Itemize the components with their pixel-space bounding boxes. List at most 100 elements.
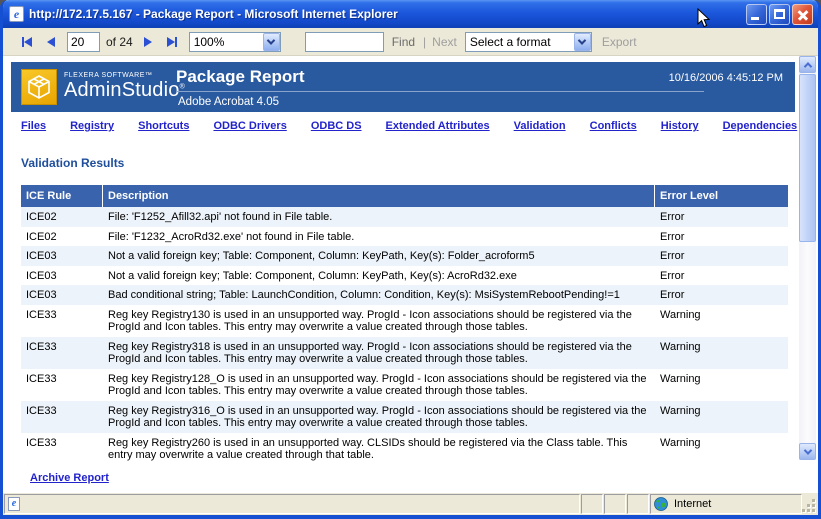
first-page-icon	[24, 37, 32, 47]
next-page-icon	[144, 37, 152, 47]
table-row: ICE02 File: 'F1252_Afill32.api' not foun…	[21, 207, 788, 227]
last-page-button[interactable]	[164, 33, 180, 51]
nav-link[interactable]: ODBC DS	[311, 120, 362, 132]
page-done-icon: e	[8, 497, 20, 511]
status-panel-2	[604, 494, 626, 514]
report-banner: FLEXERA SOFTWARE™ AdminStudio® Package R…	[11, 62, 795, 112]
close-button[interactable]	[792, 4, 813, 25]
ice-rule-cell: ICE03	[21, 285, 103, 305]
column-header-description: Description	[103, 185, 655, 207]
find-button[interactable]: Find	[392, 35, 415, 49]
vertical-scrollbar[interactable]	[799, 56, 816, 460]
description-cell: Bad conditional string; Table: LaunchCon…	[103, 285, 655, 305]
nav-link[interactable]: Validation	[514, 120, 566, 132]
table-row: ICE33 Reg key Registry128_O is used in a…	[21, 369, 788, 401]
nav-link[interactable]: History	[661, 120, 699, 132]
section-title: Validation Results	[21, 156, 124, 170]
table-row: ICE03 Bad conditional string; Table: Lau…	[21, 285, 788, 305]
internet-explorer-icon: e	[9, 6, 24, 22]
table-row: ICE03 Not a valid foreign key; Table: Co…	[21, 266, 788, 286]
chevron-down-icon	[578, 36, 586, 44]
description-cell: File: 'F1232_AcroRd32.exe' not found in …	[103, 227, 655, 247]
scrollbar-thumb[interactable]	[799, 74, 816, 242]
first-page-button[interactable]	[19, 33, 35, 51]
nav-link[interactable]: Files	[21, 120, 46, 132]
status-bar: e Internet	[3, 492, 818, 515]
minimize-button[interactable]	[746, 4, 767, 25]
ice-rule-cell: ICE02	[21, 227, 103, 247]
error-level-cell: Warning	[655, 401, 788, 433]
error-level-cell: Warning	[655, 337, 788, 369]
table-body: ICE02 File: 'F1252_Afill32.api' not foun…	[21, 207, 788, 465]
archive-report-link[interactable]: Archive Report	[30, 472, 109, 484]
previous-page-button[interactable]	[44, 33, 58, 51]
error-level-cell: Warning	[655, 433, 788, 465]
description-cell: Reg key Registry260 is used in an unsupp…	[103, 433, 655, 465]
next-button[interactable]: Next	[432, 35, 457, 49]
browser-window: e http://172.17.5.167 - Package Report -…	[0, 0, 821, 519]
page-number-input[interactable]	[67, 32, 100, 52]
description-cell: Not a valid foreign key; Table: Componen…	[103, 246, 655, 266]
last-page-icon	[167, 37, 175, 47]
scroll-down-button[interactable]	[799, 443, 816, 460]
export-button[interactable]: Export	[602, 35, 637, 49]
table-row: ICE33 Reg key Registry130 is used in an …	[21, 305, 788, 337]
table-row: ICE02 File: 'F1232_AcroRd32.exe' not fou…	[21, 227, 788, 247]
error-level-cell: Error	[655, 207, 788, 227]
nav-link[interactable]: Conflicts	[590, 120, 637, 132]
column-header-error-level: Error Level	[655, 185, 788, 207]
description-cell: File: 'F1252_Afill32.api' not found in F…	[103, 207, 655, 227]
status-main-panel: e	[4, 494, 580, 514]
status-panel-1	[581, 494, 603, 514]
zoom-select[interactable]: 100%	[189, 32, 281, 52]
ice-rule-cell: ICE33	[21, 401, 103, 433]
description-cell: Reg key Registry128_O is used in an unsu…	[103, 369, 655, 401]
description-cell: Reg key Registry318 is used in an unsupp…	[103, 337, 655, 369]
brand-adminstudio: AdminStudio®	[64, 79, 185, 102]
chevron-down-icon	[267, 36, 275, 44]
brand-flexera: FLEXERA SOFTWARE™	[64, 72, 185, 79]
nav-link[interactable]: ODBC Drivers	[213, 120, 286, 132]
nav-link[interactable]: Registry	[70, 120, 114, 132]
zoom-dropdown-button[interactable]	[263, 33, 280, 51]
error-level-cell: Warning	[655, 369, 788, 401]
report-toolbar: of 24 100% Find | Next Select a format E…	[3, 28, 818, 56]
chevron-down-icon	[803, 446, 811, 454]
ice-rule-cell: ICE03	[21, 266, 103, 286]
table-row: ICE03 Not a valid foreign key; Table: Co…	[21, 246, 788, 266]
page-count-label: of 24	[106, 35, 133, 49]
ice-rule-cell: ICE03	[21, 246, 103, 266]
banner-divider	[176, 91, 704, 92]
format-select[interactable]: Select a format	[465, 32, 592, 52]
validation-table: ICE Rule Description Error Level ICE02 F…	[21, 185, 788, 465]
adminstudio-logo: FLEXERA SOFTWARE™ AdminStudio®	[21, 69, 185, 105]
description-cell: Not a valid foreign key; Table: Componen…	[103, 266, 655, 286]
maximize-icon	[774, 9, 785, 19]
status-zone-panel: Internet	[650, 494, 802, 514]
find-input[interactable]	[305, 32, 384, 52]
format-dropdown-button[interactable]	[574, 33, 591, 51]
ice-rule-cell: ICE33	[21, 369, 103, 401]
section-nav: Files Registry Shortcuts ODBC Drivers ODBC D…	[21, 120, 818, 132]
internet-globe-icon	[654, 497, 668, 511]
table-row: ICE33 Reg key Registry316_O is used in a…	[21, 401, 788, 433]
nav-link[interactable]: Shortcuts	[138, 120, 189, 132]
ice-rule-cell: ICE02	[21, 207, 103, 227]
nav-link[interactable]: Dependencies	[723, 120, 798, 132]
error-level-cell: Error	[655, 227, 788, 247]
error-level-cell: Error	[655, 266, 788, 286]
table-row: ICE33 Reg key Registry260 is used in an …	[21, 433, 788, 465]
chevron-up-icon	[803, 62, 811, 70]
column-header-ice-rule: ICE Rule	[21, 185, 103, 207]
nav-link[interactable]: Extended Attributes	[386, 120, 490, 132]
security-zone-label: Internet	[674, 498, 711, 510]
maximize-button[interactable]	[769, 4, 790, 25]
format-value: Select a format	[466, 35, 574, 49]
report-timestamp: 10/16/2006 4:45:12 PM	[669, 72, 783, 84]
resize-grip[interactable]	[802, 493, 818, 515]
scroll-up-button[interactable]	[799, 56, 816, 73]
zoom-value: 100%	[190, 35, 263, 49]
previous-page-icon	[47, 37, 55, 47]
table-row: ICE33 Reg key Registry318 is used in an …	[21, 337, 788, 369]
next-page-button[interactable]	[141, 33, 155, 51]
